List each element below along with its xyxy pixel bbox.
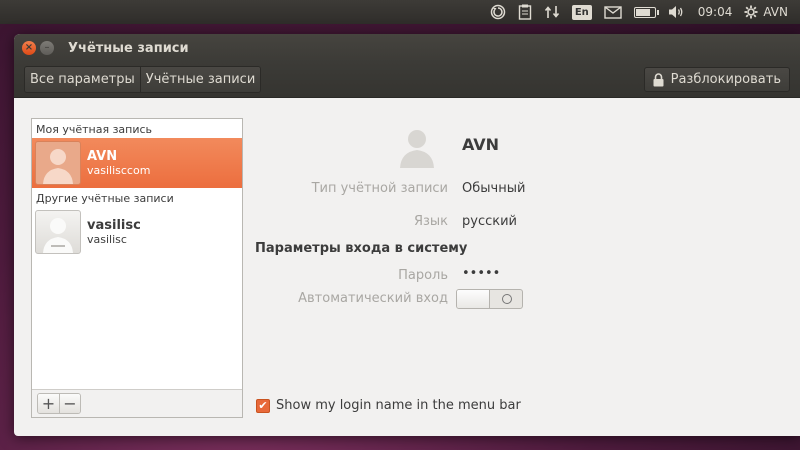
- account-list: Моя учётная запись AVN vasilisccom Други…: [31, 118, 243, 418]
- gear-icon: [744, 5, 758, 19]
- language-label: Язык: [413, 214, 448, 229]
- titlebar[interactable]: × – Учётные записи: [14, 34, 800, 62]
- account-login: vasilisc: [87, 233, 127, 246]
- session-menu[interactable]: AVN: [738, 0, 794, 24]
- user-silhouette-icon: [400, 130, 434, 168]
- off-circle-icon: [502, 294, 512, 304]
- login-options-heading: Параметры входа в систему: [255, 241, 468, 256]
- top-panel: En 09:04 AVN: [0, 0, 800, 24]
- breadcrumb-user-accounts[interactable]: Учётные записи: [139, 67, 261, 92]
- keyboard-layout-indicator[interactable]: En: [566, 0, 598, 24]
- window-title: Учётные записи: [68, 40, 189, 56]
- lock-icon: [653, 72, 664, 86]
- account-type-label: Тип учётной записи: [311, 181, 448, 196]
- unlock-label: Разблокировать: [670, 72, 781, 87]
- show-login-name-label: Show my login name in the menu bar: [276, 398, 521, 413]
- avatar: [35, 141, 81, 185]
- battery-icon[interactable]: [628, 0, 662, 24]
- password-value[interactable]: •••••: [462, 266, 500, 281]
- detail-account-name[interactable]: AVN: [462, 135, 499, 154]
- user-accounts-window: × – Учётные записи Все параметры Учётные…: [14, 34, 800, 436]
- account-row-vasilisc[interactable]: vasilisc vasilisc: [32, 207, 242, 257]
- account-name: AVN: [87, 149, 118, 164]
- close-icon: ×: [24, 42, 34, 53]
- show-login-name-checkbox[interactable]: ✔: [256, 398, 270, 413]
- user-silhouette-icon: [43, 149, 73, 184]
- clock-time: 09:04: [697, 5, 733, 19]
- minimize-button[interactable]: –: [40, 41, 54, 55]
- account-login: vasilisccom: [87, 164, 151, 177]
- language-value[interactable]: русский: [462, 214, 517, 229]
- checkmark-icon: ✔: [258, 399, 268, 412]
- detail-avatar[interactable]: [398, 126, 436, 168]
- my-account-header: Моя учётная запись: [36, 123, 153, 136]
- sync-icon[interactable]: [484, 0, 512, 24]
- session-user-name: AVN: [763, 5, 788, 19]
- minimize-icon: –: [44, 42, 50, 53]
- account-name: vasilisc: [87, 218, 141, 233]
- close-button[interactable]: ×: [22, 41, 36, 55]
- autologin-label: Автоматический вход: [298, 291, 448, 306]
- user-silhouette-icon: [43, 218, 73, 253]
- list-footer: + −: [32, 389, 242, 417]
- breadcrumb-all-settings[interactable]: Все параметры: [25, 67, 140, 92]
- remove-user-button[interactable]: −: [59, 394, 80, 413]
- avatar: [35, 210, 81, 254]
- unlock-button[interactable]: Разблокировать: [643, 67, 790, 92]
- clipboard-icon[interactable]: [512, 0, 538, 24]
- clock[interactable]: 09:04: [692, 0, 739, 24]
- keyboard-layout-label: En: [571, 4, 592, 20]
- add-user-button[interactable]: +: [38, 394, 59, 413]
- autologin-switch[interactable]: [456, 289, 523, 309]
- volume-icon[interactable]: [662, 0, 692, 24]
- toolbar: Все параметры Учётные записи Разблокиров…: [14, 62, 800, 98]
- breadcrumb: Все параметры Учётные записи: [24, 66, 262, 93]
- account-type-value[interactable]: Обычный: [462, 181, 525, 196]
- account-row-avn[interactable]: AVN vasilisccom: [32, 138, 242, 188]
- switch-knob: [457, 290, 490, 308]
- show-login-name-row[interactable]: ✔ Show my login name in the menu bar: [256, 398, 521, 413]
- network-icon[interactable]: [538, 0, 566, 24]
- battery-level-fill: [635, 8, 650, 16]
- password-label: Пароль: [398, 268, 448, 283]
- mail-icon[interactable]: [598, 0, 628, 24]
- other-accounts-header: Другие учётные записи: [36, 192, 174, 205]
